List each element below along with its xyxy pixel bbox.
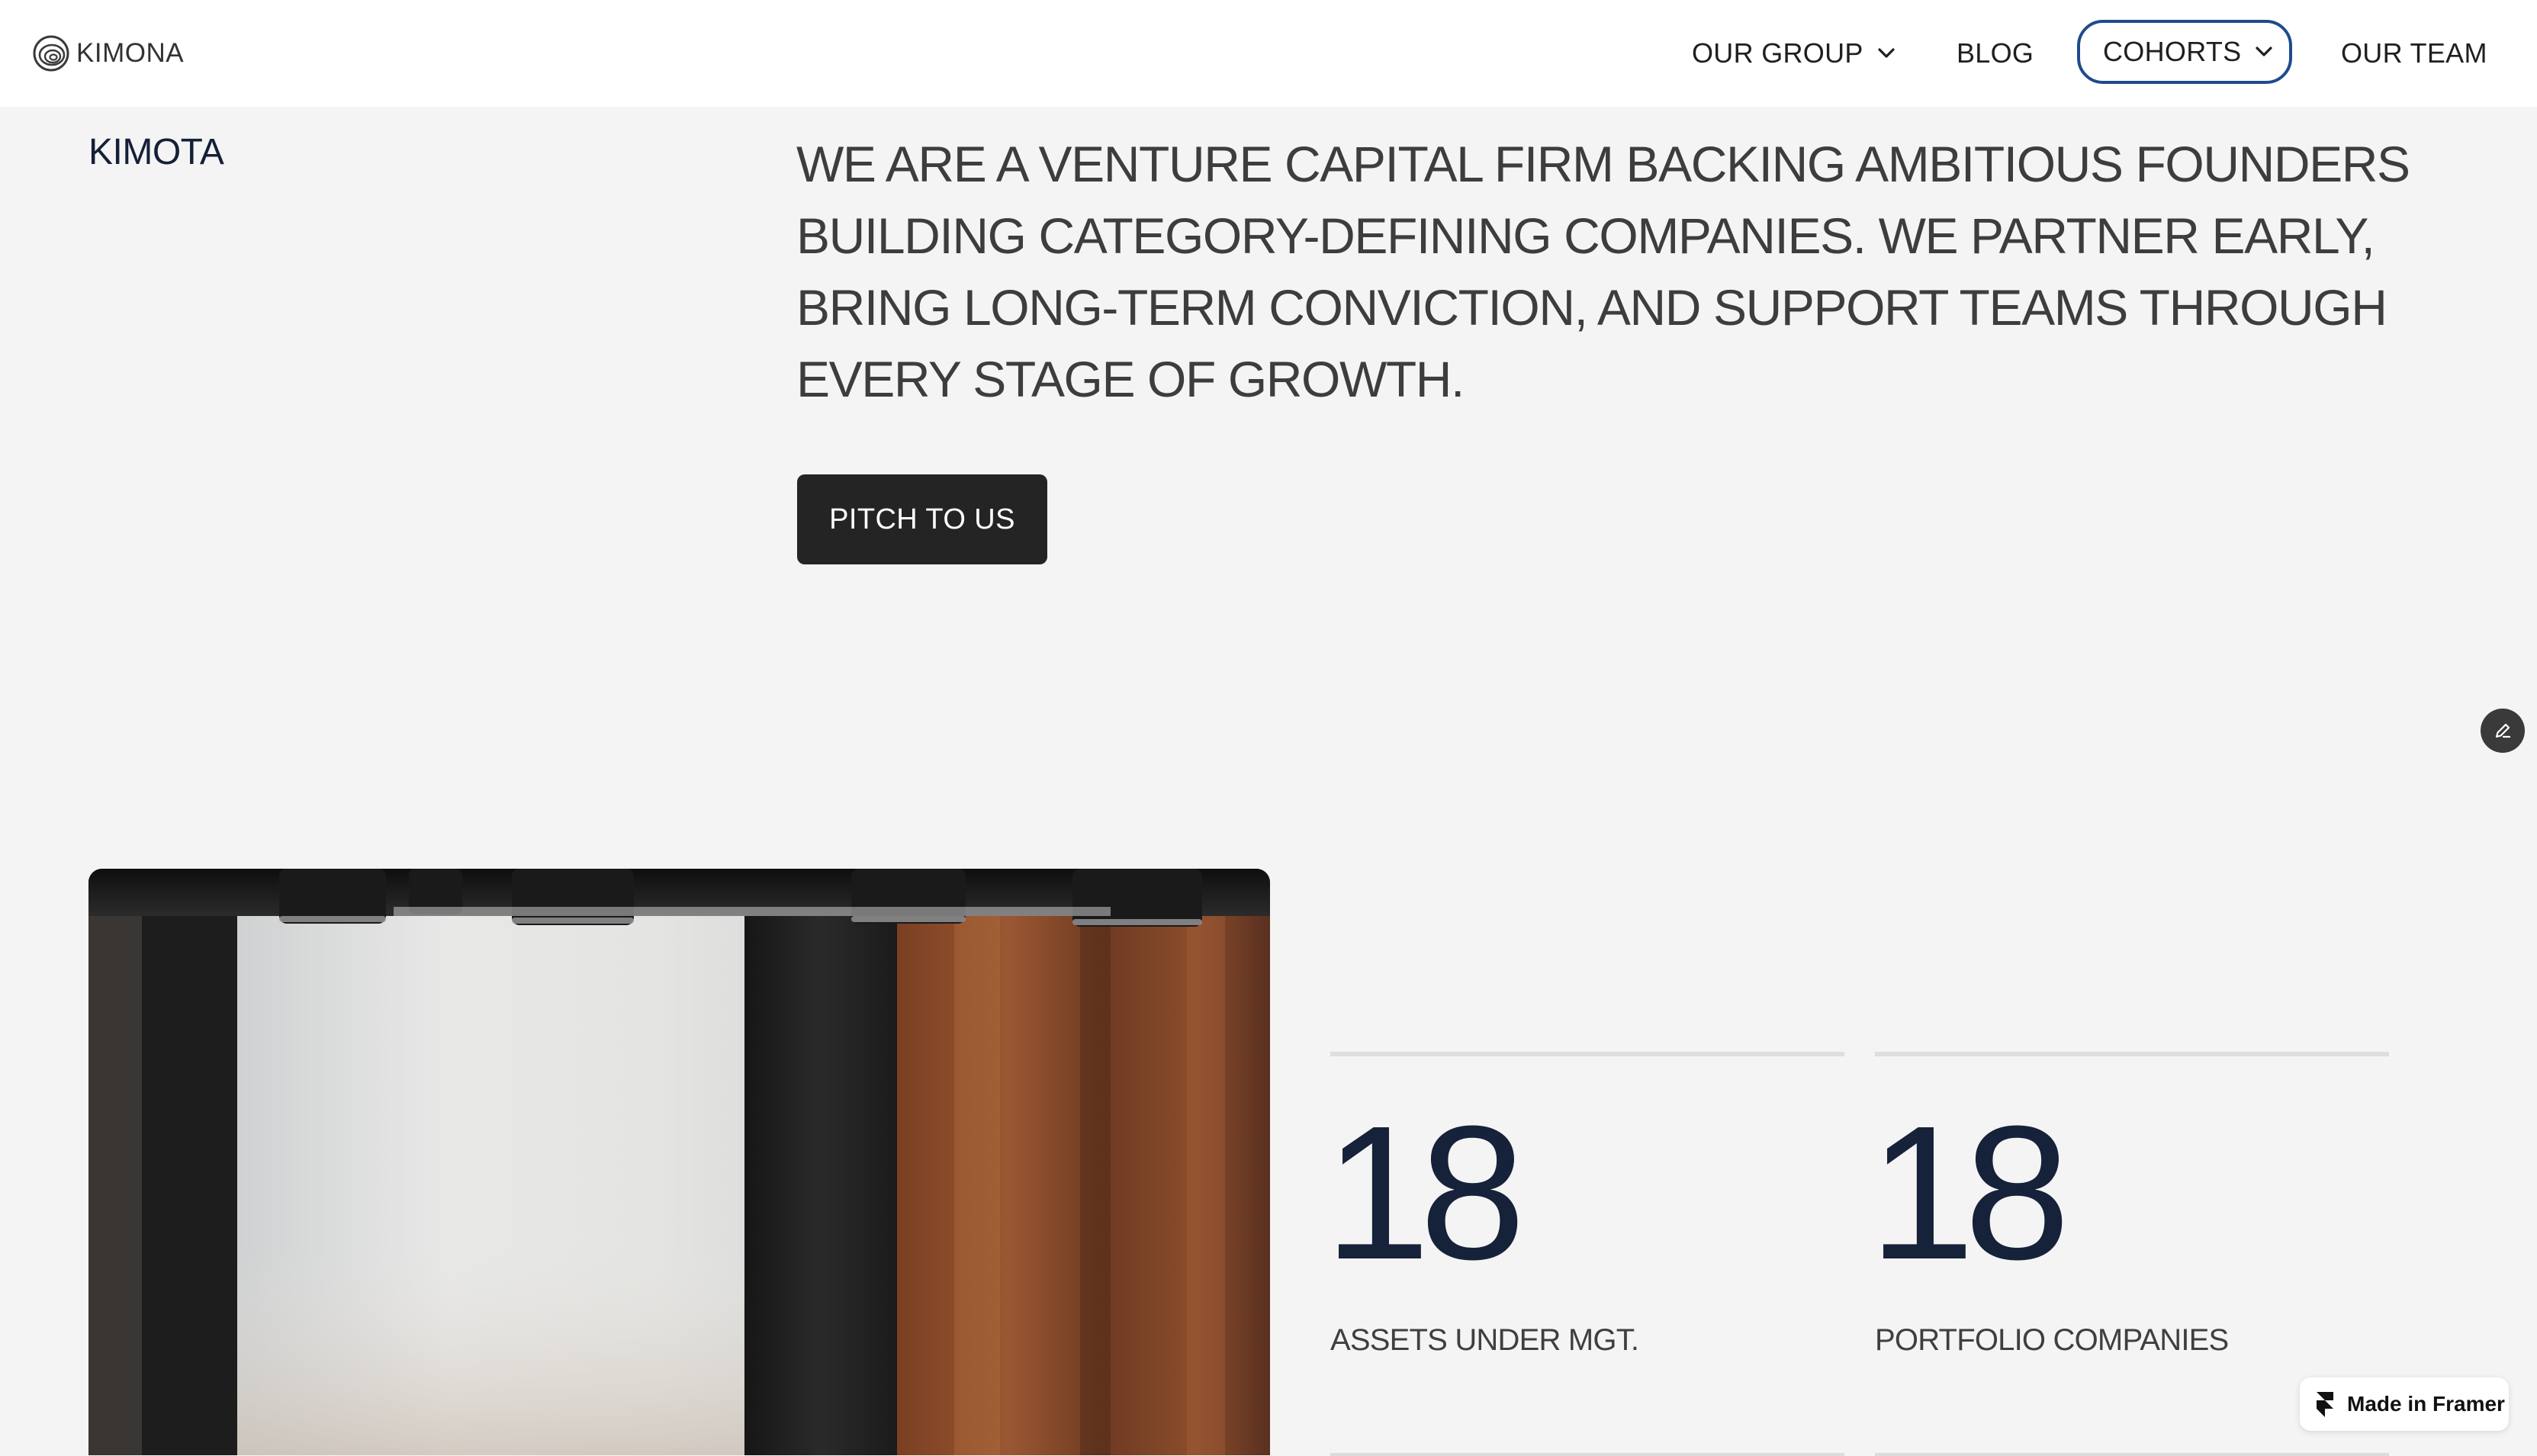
nav-our-team[interactable]: OUR TEAM xyxy=(2341,27,2487,79)
nav-cohorts-label: COHORTS xyxy=(2103,36,2242,67)
made-in-framer-label: Made in Framer xyxy=(2347,1392,2505,1416)
nav-our-group[interactable]: OUR GROUP xyxy=(1692,27,1896,79)
stat-assets-under-management: 18 ASSETS UNDER MGT. xyxy=(1324,1052,1844,1456)
stat-label: PORTFOLIO COMPANIES xyxy=(1875,1323,2229,1357)
stat-divider-bottom xyxy=(1875,1453,2389,1456)
chevron-down-icon xyxy=(1878,48,1895,58)
stat-divider-bottom xyxy=(1330,1453,1844,1456)
stat-label: ASSETS UNDER MGT. xyxy=(1330,1323,1639,1357)
top-navigation-bar: KIMONA OUR GROUP BLOG COHORTS OUR TEAM xyxy=(0,0,2537,107)
chevron-down-icon xyxy=(2256,47,2273,56)
nav-our-group-label: OUR GROUP xyxy=(1692,37,1863,69)
stat-divider xyxy=(1330,1052,1844,1056)
logo-text: KIMONA xyxy=(76,38,185,68)
nav-our-team-label: OUR TEAM xyxy=(2341,37,2487,69)
nav-blog-label: BLOG xyxy=(1957,37,2034,69)
stat-value: 18 xyxy=(1324,1086,1526,1299)
logo[interactable]: KIMONA xyxy=(32,34,184,73)
framer-logo-icon xyxy=(2317,1392,2333,1417)
nav-blog[interactable]: BLOG xyxy=(1957,27,2034,79)
hero-photo xyxy=(88,869,1270,1455)
photo-image xyxy=(88,869,1270,1455)
brand-name: KIMOTA xyxy=(88,132,224,172)
stat-value: 18 xyxy=(1869,1086,2070,1299)
made-in-framer-badge[interactable]: Made in Framer xyxy=(2300,1377,2509,1431)
hero-headline: WE ARE A VENTURE CAPITAL FIRM BACKING AM… xyxy=(796,136,2410,407)
stat-divider xyxy=(1875,1052,2389,1056)
pencil-icon xyxy=(2495,723,2511,738)
kimona-logo-icon xyxy=(33,35,69,72)
pitch-to-us-button[interactable]: PITCH TO US xyxy=(797,474,1047,564)
stat-portfolio-companies: 18 PORTFOLIO COMPANIES xyxy=(1869,1052,2389,1456)
nav-cohorts[interactable]: COHORTS xyxy=(2077,20,2292,84)
edit-button[interactable] xyxy=(2481,709,2525,753)
